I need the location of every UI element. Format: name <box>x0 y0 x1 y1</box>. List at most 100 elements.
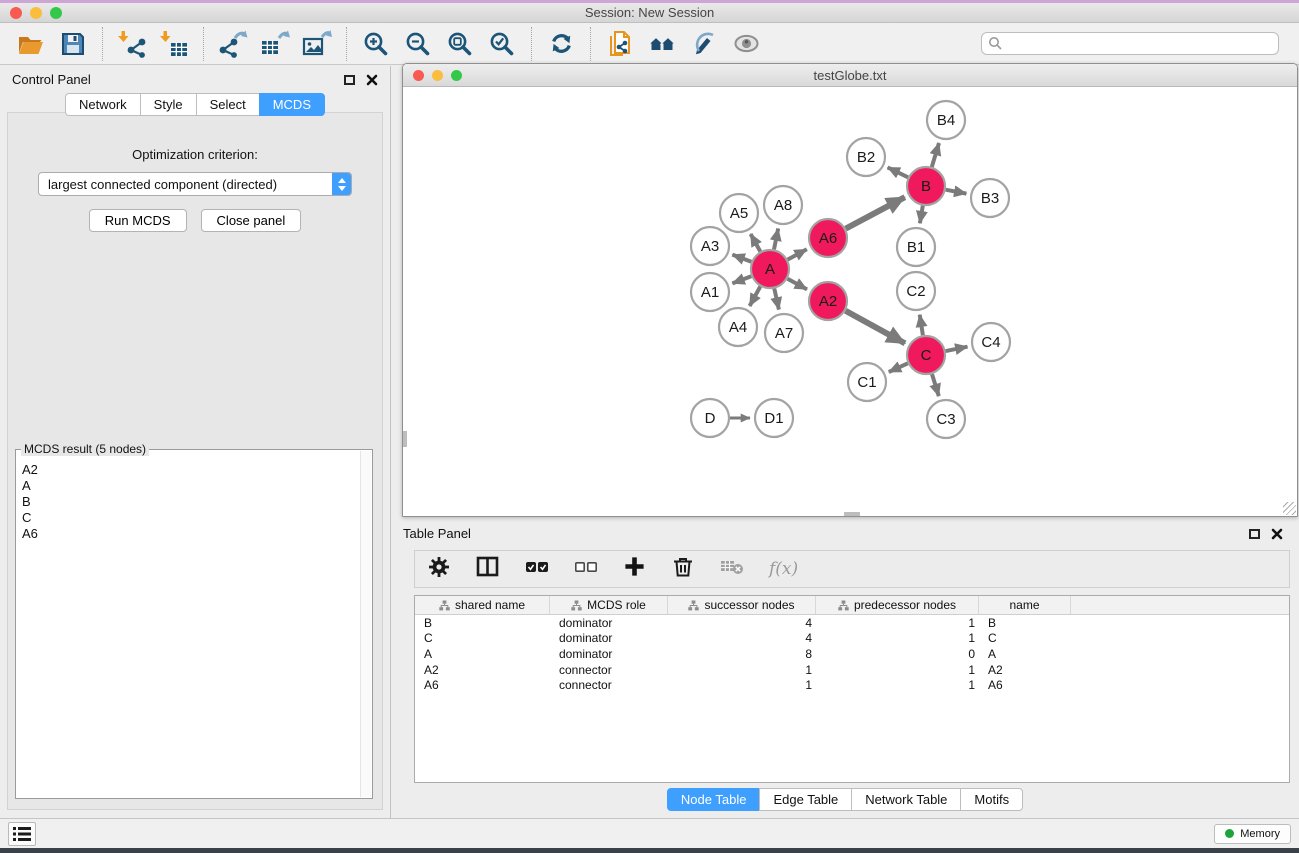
graph-edge[interactable] <box>946 347 968 351</box>
zoom-selected-button[interactable] <box>481 25 523 63</box>
graph-node[interactable]: C2 <box>897 272 935 310</box>
graph-edge[interactable] <box>788 249 807 259</box>
tab-node-table[interactable]: Node Table <box>667 788 761 811</box>
optimization-criterion-select[interactable]: largest connected component (directed) <box>38 172 352 196</box>
graph-node[interactable]: B2 <box>847 138 885 176</box>
table-settings-button[interactable] <box>427 555 451 584</box>
zoom-window-button[interactable] <box>50 7 62 19</box>
graph-edge[interactable] <box>751 234 761 252</box>
tab-mcds[interactable]: MCDS <box>259 93 325 116</box>
table-row[interactable]: Cdominator41C <box>415 631 1289 647</box>
network-zoom-button[interactable] <box>451 70 462 81</box>
table-row[interactable]: Bdominator41B <box>415 615 1289 631</box>
column-header-name[interactable]: name <box>979 596 1071 614</box>
column-header-shared-name[interactable]: shared name <box>415 596 550 614</box>
graph-node[interactable]: A4 <box>719 308 757 346</box>
delete-columns-button[interactable] <box>671 555 695 584</box>
cyndex-home-button[interactable] <box>641 25 683 63</box>
vertical-scrollbar-thumb[interactable] <box>403 431 407 447</box>
graph-edge[interactable] <box>774 289 779 310</box>
graph-node[interactable]: B4 <box>927 101 965 139</box>
graph-node[interactable]: A6 <box>809 219 847 257</box>
table-row[interactable]: A6connector11A6 <box>415 677 1289 693</box>
zoom-in-button[interactable] <box>355 25 397 63</box>
delete-table-button[interactable] <box>720 555 744 583</box>
graph-edge[interactable] <box>732 255 751 262</box>
export-table-button[interactable] <box>254 25 296 63</box>
graph-edge[interactable] <box>932 143 939 167</box>
search-field[interactable] <box>981 32 1279 55</box>
tab-style[interactable]: Style <box>140 93 197 116</box>
function-builder-button[interactable]: f(x) <box>769 559 798 579</box>
graph-edge[interactable] <box>920 315 923 336</box>
graph-edge[interactable] <box>846 311 906 344</box>
graph-node[interactable]: A8 <box>764 186 802 224</box>
minimize-window-button[interactable] <box>30 7 42 19</box>
result-list-item[interactable]: A6 <box>22 526 358 542</box>
column-header-predecessor-nodes[interactable]: predecessor nodes <box>816 596 979 614</box>
run-mcds-button[interactable]: Run MCDS <box>89 209 187 232</box>
resize-grip[interactable] <box>1283 502 1296 515</box>
annotation-mode-button[interactable] <box>683 25 725 63</box>
graph-edge[interactable] <box>732 276 751 283</box>
float-panel-icon[interactable] <box>1249 529 1260 539</box>
close-panel-icon[interactable] <box>366 74 378 86</box>
memory-button[interactable]: Memory <box>1214 824 1291 844</box>
graph-node[interactable]: D <box>691 399 729 437</box>
result-list-item[interactable]: B <box>22 494 358 510</box>
column-header-MCDS-role[interactable]: MCDS role <box>550 596 668 614</box>
graph-node[interactable]: D1 <box>755 399 793 437</box>
float-panel-icon[interactable] <box>344 75 355 85</box>
zoom-out-button[interactable] <box>397 25 439 63</box>
graph-node[interactable]: A1 <box>691 273 729 311</box>
result-list-item[interactable]: A2 <box>22 462 358 478</box>
graph-edge[interactable] <box>750 287 761 307</box>
graph-node[interactable]: A3 <box>691 227 729 265</box>
graph-node[interactable]: C4 <box>972 323 1010 361</box>
import-table-button[interactable] <box>153 25 195 63</box>
result-list-item[interactable]: A <box>22 478 358 494</box>
close-window-button[interactable] <box>10 7 22 19</box>
refresh-view-button[interactable] <box>540 25 582 63</box>
column-header-successor-nodes[interactable]: successor nodes <box>668 596 816 614</box>
show-columns-button[interactable] <box>476 555 500 583</box>
network-close-button[interactable] <box>413 70 424 81</box>
graph-edge[interactable] <box>774 229 778 250</box>
unselect-all-columns-button[interactable] <box>574 556 598 583</box>
graph-node[interactable]: A <box>751 250 789 288</box>
graph-node[interactable]: C <box>907 336 945 374</box>
result-scrollbar[interactable] <box>360 451 371 797</box>
network-canvas[interactable]: B4 B2 B B3 A8 A5 A6 A3 B1 A C2 A1 A2 A4 … <box>403 87 1297 516</box>
network-minimize-button[interactable] <box>432 70 443 81</box>
result-list-item[interactable]: C <box>22 510 358 526</box>
network-from-file-button[interactable] <box>599 25 641 63</box>
graph-node[interactable]: B <box>907 167 945 205</box>
graph-edge[interactable] <box>932 374 939 396</box>
graph-node[interactable]: A5 <box>720 194 758 232</box>
search-input[interactable] <box>1003 33 1278 54</box>
tab-network[interactable]: Network <box>65 93 141 116</box>
show-hide-graphics-button[interactable] <box>725 25 767 63</box>
open-session-button[interactable] <box>10 25 52 63</box>
task-history-button[interactable] <box>8 822 36 846</box>
close-panel-button[interactable]: Close panel <box>201 209 302 232</box>
tab-select[interactable]: Select <box>196 93 260 116</box>
graph-node[interactable]: C3 <box>927 400 965 438</box>
graph-edge[interactable] <box>846 197 905 228</box>
graph-edge[interactable] <box>889 363 908 372</box>
import-network-button[interactable] <box>111 25 153 63</box>
graph-node[interactable]: C1 <box>848 363 886 401</box>
zoom-fit-button[interactable] <box>439 25 481 63</box>
export-network-button[interactable] <box>212 25 254 63</box>
graph-edge[interactable] <box>788 279 808 290</box>
table-row[interactable]: A2connector11A2 <box>415 662 1289 678</box>
save-session-button[interactable] <box>52 25 94 63</box>
tab-motifs[interactable]: Motifs <box>960 788 1023 811</box>
create-column-button[interactable] <box>623 555 646 583</box>
graph-node[interactable]: B1 <box>897 228 935 266</box>
graph-node[interactable]: A7 <box>765 314 803 352</box>
export-image-button[interactable] <box>296 25 338 63</box>
graph-edge[interactable] <box>888 167 908 177</box>
graph-node[interactable]: B3 <box>971 179 1009 217</box>
graph-edge[interactable] <box>920 206 923 224</box>
